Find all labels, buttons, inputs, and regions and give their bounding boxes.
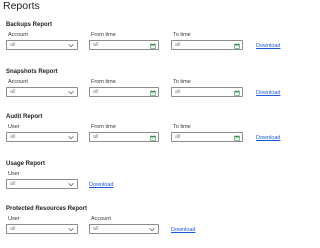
- account-select-value: all: [10, 89, 16, 95]
- account-label: Account: [91, 216, 111, 222]
- user-select[interactable]: all: [6, 179, 78, 189]
- from-time-label: From time: [91, 32, 116, 38]
- from-time-label: From time: [91, 124, 116, 130]
- chevron-down-icon: [68, 183, 74, 187]
- calendar-icon[interactable]: [234, 89, 240, 96]
- user-label: User: [8, 171, 20, 177]
- account-select[interactable]: all: [89, 224, 159, 234]
- account-label: Account: [8, 32, 28, 38]
- from-time-label: From time: [91, 79, 116, 85]
- user-select[interactable]: all: [6, 132, 78, 142]
- user-label: User: [8, 124, 20, 130]
- user-select-value: all: [10, 226, 16, 232]
- account-select-value: all: [93, 226, 99, 232]
- download-link[interactable]: Download: [256, 90, 280, 97]
- from-time-value: all: [93, 134, 99, 140]
- from-time-value: all: [93, 42, 99, 48]
- calendar-icon[interactable]: [150, 89, 156, 96]
- usage-report-section: Usage Report User all Download: [0, 160, 300, 200]
- to-time-label: To time: [173, 32, 191, 38]
- section-title: Usage Report: [6, 161, 46, 167]
- audit-report-section: Audit Report User all From time all To t…: [0, 113, 300, 153]
- calendar-icon[interactable]: [150, 134, 156, 141]
- to-time-label: To time: [173, 124, 191, 130]
- user-label: User: [8, 216, 20, 222]
- download-link[interactable]: Download: [171, 227, 195, 234]
- protected-resources-report-section: Protected Resources Report User all Acco…: [0, 205, 300, 245]
- calendar-icon[interactable]: [150, 42, 156, 49]
- to-time-value: all: [175, 134, 181, 140]
- section-title: Audit Report: [6, 114, 43, 120]
- to-time-input[interactable]: all: [171, 87, 243, 97]
- download-link[interactable]: Download: [89, 182, 113, 189]
- chevron-down-icon: [68, 228, 74, 232]
- user-select-value: all: [10, 181, 16, 187]
- from-time-input[interactable]: all: [89, 132, 159, 142]
- chevron-down-icon: [149, 228, 155, 232]
- account-label: Account: [8, 79, 28, 85]
- from-time-value: all: [93, 89, 99, 95]
- page-title: Reports: [3, 0, 40, 12]
- to-time-value: all: [175, 42, 181, 48]
- account-select[interactable]: all: [6, 40, 78, 50]
- calendar-icon[interactable]: [234, 134, 240, 141]
- from-time-input[interactable]: all: [89, 40, 159, 50]
- backups-report-section: Backups Report Account all From time all…: [0, 21, 300, 61]
- section-title: Backups Report: [6, 22, 53, 28]
- chevron-down-icon: [68, 136, 74, 140]
- chevron-down-icon: [68, 91, 74, 95]
- chevron-down-icon: [68, 44, 74, 48]
- to-time-input[interactable]: all: [171, 132, 243, 142]
- user-select-value: all: [10, 134, 16, 140]
- to-time-input[interactable]: all: [171, 40, 243, 50]
- account-select[interactable]: all: [6, 87, 78, 97]
- download-link[interactable]: Download: [256, 135, 280, 142]
- snapshots-report-section: Snapshots Report Account all From time a…: [0, 68, 300, 108]
- to-time-value: all: [175, 89, 181, 95]
- user-select[interactable]: all: [6, 224, 78, 234]
- calendar-icon[interactable]: [234, 42, 240, 49]
- section-title: Protected Resources Report: [6, 206, 88, 212]
- to-time-label: To time: [173, 79, 191, 85]
- section-title: Snapshots Report: [6, 69, 58, 75]
- account-select-value: all: [10, 42, 16, 48]
- download-link[interactable]: Download: [256, 43, 280, 50]
- from-time-input[interactable]: all: [89, 87, 159, 97]
